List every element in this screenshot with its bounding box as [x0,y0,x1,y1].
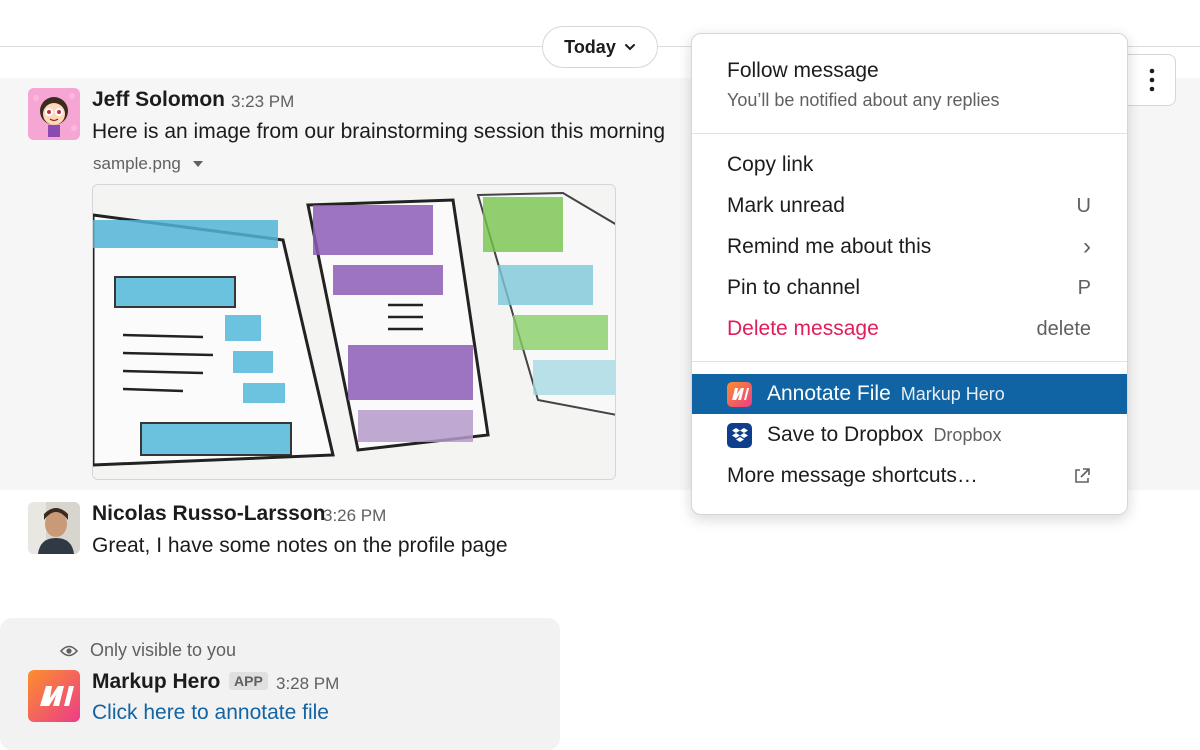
follow-message-title: Follow message [727,59,879,82]
message-text: Here is an image from our brainstorming … [92,120,666,143]
avatar-cartoon-image [28,88,80,140]
follow-message-item[interactable]: Follow message You’ll be notified about … [692,34,1127,132]
mark-unread-item[interactable]: Mark unread U [692,186,1127,226]
menu-item-shortcut: P [1077,276,1091,299]
visibility-note-text: Only visible to you [90,640,237,660]
menu-item-label: Pin to channel [727,276,861,299]
menu-item-label: Mark unread [727,194,845,217]
menu-item-label: Delete message [727,317,879,340]
copy-link-item[interactable]: Copy link [692,145,1127,185]
message-author[interactable]: Jeff Solomon [92,88,225,112]
caret-down-icon [192,161,203,167]
chevron-right-icon: › [1083,233,1091,260]
menu-item-label: More message shortcuts… [727,464,978,487]
file-image-preview[interactable] [92,184,616,480]
vertical-ellipsis-icon [1149,68,1155,92]
message-author[interactable]: Nicolas Russo-Larsson [92,502,325,526]
delete-message-item[interactable]: Delete message delete [692,309,1127,349]
file-label[interactable]: sample.png [93,154,203,174]
message-author[interactable]: Markup Hero [92,670,220,694]
external-link-icon [1075,468,1090,483]
annotate-file-link[interactable]: Click here to annotate file [92,701,329,725]
avatar[interactable] [28,88,80,140]
file-name: sample.png [93,154,181,173]
menu-divider [692,361,1127,362]
message-timestamp[interactable]: 3:28 PM [276,674,339,694]
menu-item-label: Save to Dropbox [767,423,924,446]
message-timestamp[interactable]: 3:26 PM [323,506,386,526]
markup-hero-icon [727,381,752,407]
avatar-photo-image [28,502,80,554]
more-message-shortcuts-item[interactable]: More message shortcuts… [692,456,1127,496]
menu-divider [692,133,1127,134]
annotate-file-shortcut-item[interactable]: Annotate File Markup Hero [692,374,1127,414]
menu-item-label: Annotate File [767,382,891,405]
follow-message-subtitle: You’ll be notified about any replies [727,90,1000,110]
menu-item-label: Copy link [727,153,814,176]
wireframe-sketch-image [93,185,615,479]
message-timestamp[interactable]: 3:23 PM [231,92,294,112]
avatar[interactable] [28,502,80,554]
menu-item-label: Remind me about this [727,235,932,258]
eye-icon [60,645,78,656]
date-divider-button[interactable]: Today [542,26,658,68]
message-actions-menu: Follow message You’ll be notified about … [691,33,1128,515]
menu-item-shortcut: U [1076,194,1091,217]
more-actions-button[interactable] [1120,54,1176,106]
markup-hero-logo-icon [40,686,74,706]
remind-me-item[interactable]: Remind me about this › [692,227,1127,267]
menu-item-shortcut: delete [1036,317,1092,340]
save-to-dropbox-shortcut-item[interactable]: Save to Dropbox Dropbox [692,415,1127,455]
app-badge: APP [229,672,268,690]
chevron-down-icon [624,44,635,51]
menu-item-app-name: Dropbox [933,424,1002,445]
markup-hero-avatar[interactable] [28,670,80,722]
pin-to-channel-item[interactable]: Pin to channel P [692,268,1127,308]
date-divider-label: Today [564,36,616,57]
visibility-note: Only visible to you [60,640,236,661]
dropbox-icon [727,422,752,448]
menu-item-app-name: Markup Hero [900,383,1005,404]
message-text: Great, I have some notes on the profile … [92,534,508,557]
